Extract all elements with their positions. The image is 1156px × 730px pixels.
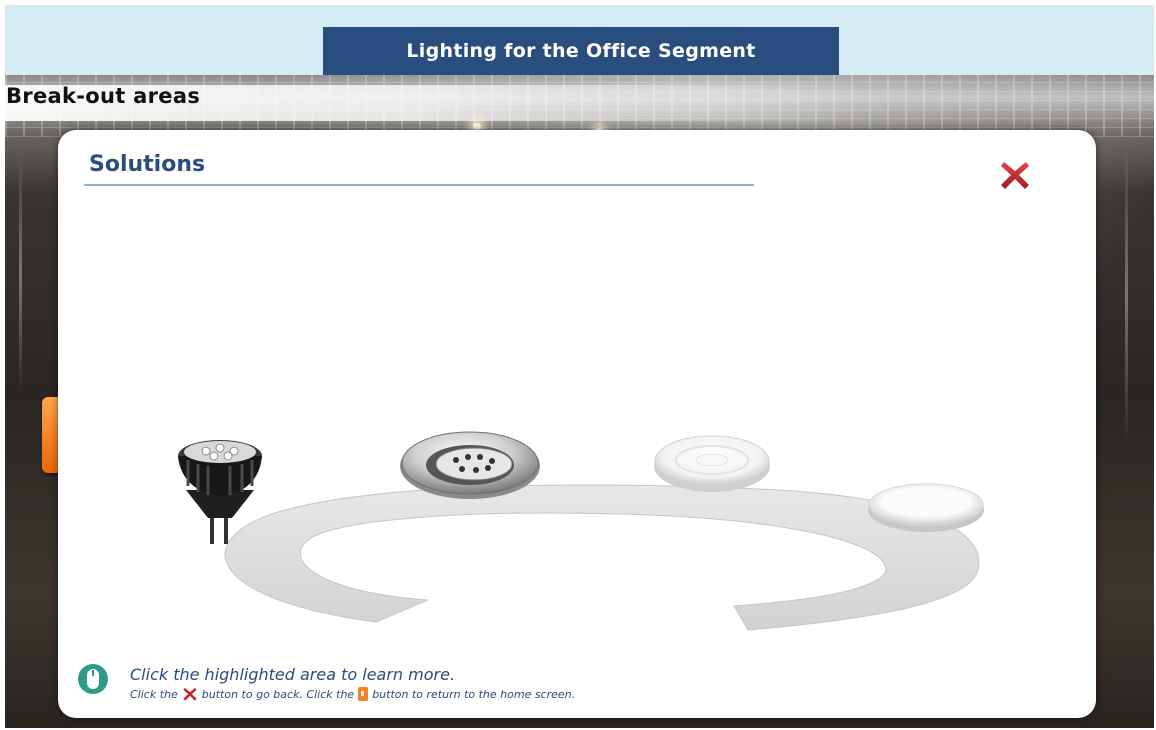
- top-bar: Lighting for the Office Segment: [5, 5, 1154, 75]
- mouse-icon: [78, 664, 108, 694]
- wall-reflection: [19, 155, 22, 395]
- wall-reflection: [1125, 145, 1128, 445]
- help-text-secondary: Click the button to go back. Click the b…: [130, 686, 575, 702]
- solutions-panel: Solutions Click the highlighted area to …: [58, 130, 1096, 718]
- home-icon: [358, 687, 369, 701]
- help-text-part: button to go back. Click the: [201, 687, 355, 701]
- product-carousel: [178, 431, 984, 631]
- carousel-track: [224, 484, 980, 631]
- flat-panel-downlight-icon[interactable]: [868, 483, 984, 532]
- help-text-primary: Click the highlighted area to learn more…: [130, 665, 456, 684]
- help-text-part: button to return to the home screen.: [372, 687, 576, 701]
- tiltable-recessed-downlight-icon[interactable]: [400, 431, 540, 499]
- help-text-part: Click the: [130, 687, 178, 701]
- flat-round-downlight-icon[interactable]: [654, 435, 770, 492]
- ceiling-light: [473, 123, 481, 129]
- close-x-icon: [183, 687, 197, 701]
- section-title: Break-out areas: [6, 84, 201, 108]
- page-title: Lighting for the Office Segment: [323, 27, 839, 75]
